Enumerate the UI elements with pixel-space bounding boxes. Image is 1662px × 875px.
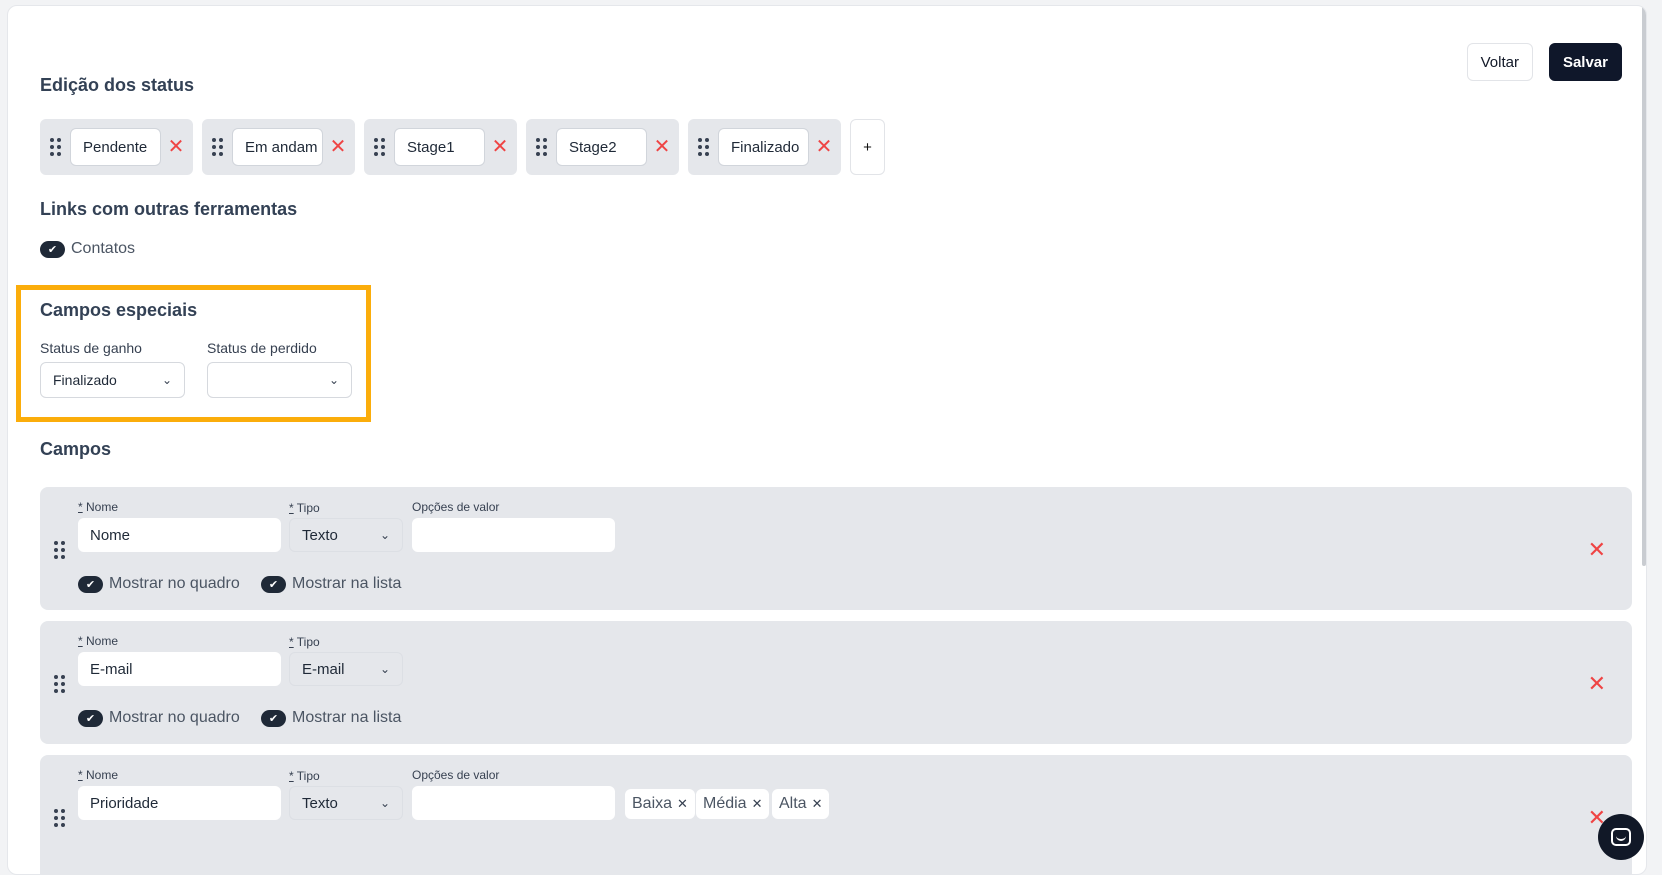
show-board-label: Mostrar no quadro [109, 709, 240, 726]
field-name-input[interactable]: Nome [78, 518, 281, 552]
status-name-input[interactable]: Stage2 [556, 128, 647, 166]
add-status-button[interactable]: + [850, 119, 885, 175]
status-name-input[interactable]: Em andam [232, 128, 323, 166]
check-icon[interactable]: ✔ [261, 575, 286, 593]
status-section-title: Edição dos status [40, 75, 195, 95]
chevron-down-icon: ⌄ [379, 662, 390, 676]
option-tag-label: Baixa [632, 795, 673, 812]
name-label: * Nome [78, 500, 119, 514]
field-type-value: Texto [302, 794, 338, 812]
options-label: Opções de valor [412, 768, 500, 782]
field-name-input[interactable]: Prioridade [78, 786, 281, 820]
field-name-input[interactable]: E-mail [78, 652, 281, 686]
chevron-down-icon: ⌄ [379, 796, 390, 810]
drag-handle-icon[interactable] [54, 809, 65, 827]
contacts-label: Contatos [71, 240, 136, 257]
type-label: * Tipo [289, 635, 320, 649]
settings-panel: Voltar Salvar Edição dos status Pendente… [7, 5, 1647, 875]
won-status-select[interactable]: Finalizado ⌄ [40, 362, 185, 398]
option-tag-label: Alta [779, 795, 807, 812]
status-item: Stage2 ✕ [526, 119, 679, 175]
links-section-title: Links com outras ferramentas [40, 199, 298, 219]
field-type-select[interactable]: Texto ⌄ [289, 786, 403, 820]
chevron-down-icon: ⌄ [161, 373, 172, 387]
top-actions: Voltar Salvar [1466, 43, 1622, 81]
option-tag: Média ✕ [696, 789, 770, 819]
won-status-value: Finalizado [53, 372, 117, 388]
options-input[interactable] [412, 518, 615, 552]
field-type-value: E-mail [302, 660, 345, 678]
name-label: * Nome [78, 768, 119, 782]
show-board-label: Mostrar no quadro [109, 575, 240, 592]
chat-button[interactable] [1598, 814, 1644, 860]
close-icon[interactable]: ✕ [752, 796, 763, 812]
chevron-down-icon: ⌄ [379, 528, 390, 542]
lost-status-label: Status de perdido [207, 340, 317, 356]
close-icon[interactable]: ✕ [491, 137, 509, 157]
close-icon[interactable]: ✕ [812, 796, 823, 812]
field-card: * Nome E-mail * Tipo E-mail ⌄ ✔ Mostrar … [40, 621, 1632, 744]
back-button[interactable]: Voltar [1466, 43, 1533, 81]
show-list-toggle[interactable]: ✔ Mostrar na lista [261, 575, 401, 593]
field-type-select[interactable]: E-mail ⌄ [289, 652, 403, 686]
options-input[interactable] [412, 786, 615, 820]
status-item: Finalizado ✕ [688, 119, 841, 175]
status-item: Em andam ✕ [202, 119, 355, 175]
option-tag: Baixa ✕ [625, 789, 695, 819]
type-label: * Tipo [289, 769, 320, 783]
close-icon[interactable]: ✕ [329, 137, 347, 157]
drag-handle-icon[interactable] [688, 138, 718, 156]
option-tag: Alta ✕ [772, 789, 830, 819]
lost-status-select[interactable]: ⌄ [207, 362, 352, 398]
status-name-input[interactable]: Stage1 [394, 128, 485, 166]
show-list-label: Mostrar na lista [292, 709, 402, 726]
type-label: * Tipo [289, 501, 320, 515]
status-item: Stage1 ✕ [364, 119, 517, 175]
drag-handle-icon[interactable] [40, 138, 70, 156]
close-icon[interactable]: ✕ [815, 137, 833, 157]
drag-handle-icon[interactable] [54, 675, 65, 693]
status-name-input[interactable]: Finalizado [718, 128, 809, 166]
status-list: Pendente ✕ Em andam ✕ Stage1 ✕ Stage2 ✕ … [40, 119, 885, 175]
save-button[interactable]: Salvar [1548, 43, 1622, 81]
drag-handle-icon[interactable] [526, 138, 556, 156]
drag-handle-icon[interactable] [54, 541, 65, 559]
scrollbar[interactable] [1640, 6, 1646, 874]
fields-section-title: Campos [40, 439, 112, 459]
status-item: Pendente ✕ [40, 119, 193, 175]
show-list-label: Mostrar na lista [292, 575, 402, 592]
drag-handle-icon[interactable] [202, 138, 232, 156]
scrollbar-thumb[interactable] [1642, 6, 1646, 566]
check-icon[interactable]: ✔ [78, 709, 103, 727]
special-fields-title: Campos especiais [40, 300, 198, 320]
show-board-toggle[interactable]: ✔ Mostrar no quadro [78, 575, 240, 593]
field-card: * Nome Nome * Tipo Texto ⌄ Opções de val… [40, 487, 1632, 610]
chevron-down-icon: ⌄ [328, 373, 339, 387]
options-label: Opções de valor [412, 500, 500, 514]
chat-icon [1611, 828, 1631, 846]
won-status-label: Status de ganho [40, 340, 142, 356]
field-type-value: Texto [302, 526, 338, 544]
show-list-toggle[interactable]: ✔ Mostrar na lista [261, 709, 401, 727]
close-icon[interactable]: ✕ [653, 137, 671, 157]
close-icon[interactable]: ✕ [677, 796, 688, 812]
show-board-toggle[interactable]: ✔ Mostrar no quadro [78, 709, 240, 727]
field-card: * Nome Prioridade * Tipo Texto ⌄ Opções … [40, 755, 1632, 874]
contacts-toggle[interactable]: ✔ Contatos [40, 240, 135, 258]
close-icon[interactable]: ✕ [1588, 671, 1606, 697]
status-name-input[interactable]: Pendente [70, 128, 161, 166]
drag-handle-icon[interactable] [364, 138, 394, 156]
close-icon[interactable]: ✕ [167, 137, 185, 157]
check-icon[interactable]: ✔ [78, 575, 103, 593]
field-type-select[interactable]: Texto ⌄ [289, 518, 403, 552]
check-icon[interactable]: ✔ [40, 240, 65, 258]
check-icon[interactable]: ✔ [261, 709, 286, 727]
option-tag-label: Média [703, 795, 747, 812]
name-label: * Nome [78, 634, 119, 648]
close-icon[interactable]: ✕ [1588, 537, 1606, 563]
